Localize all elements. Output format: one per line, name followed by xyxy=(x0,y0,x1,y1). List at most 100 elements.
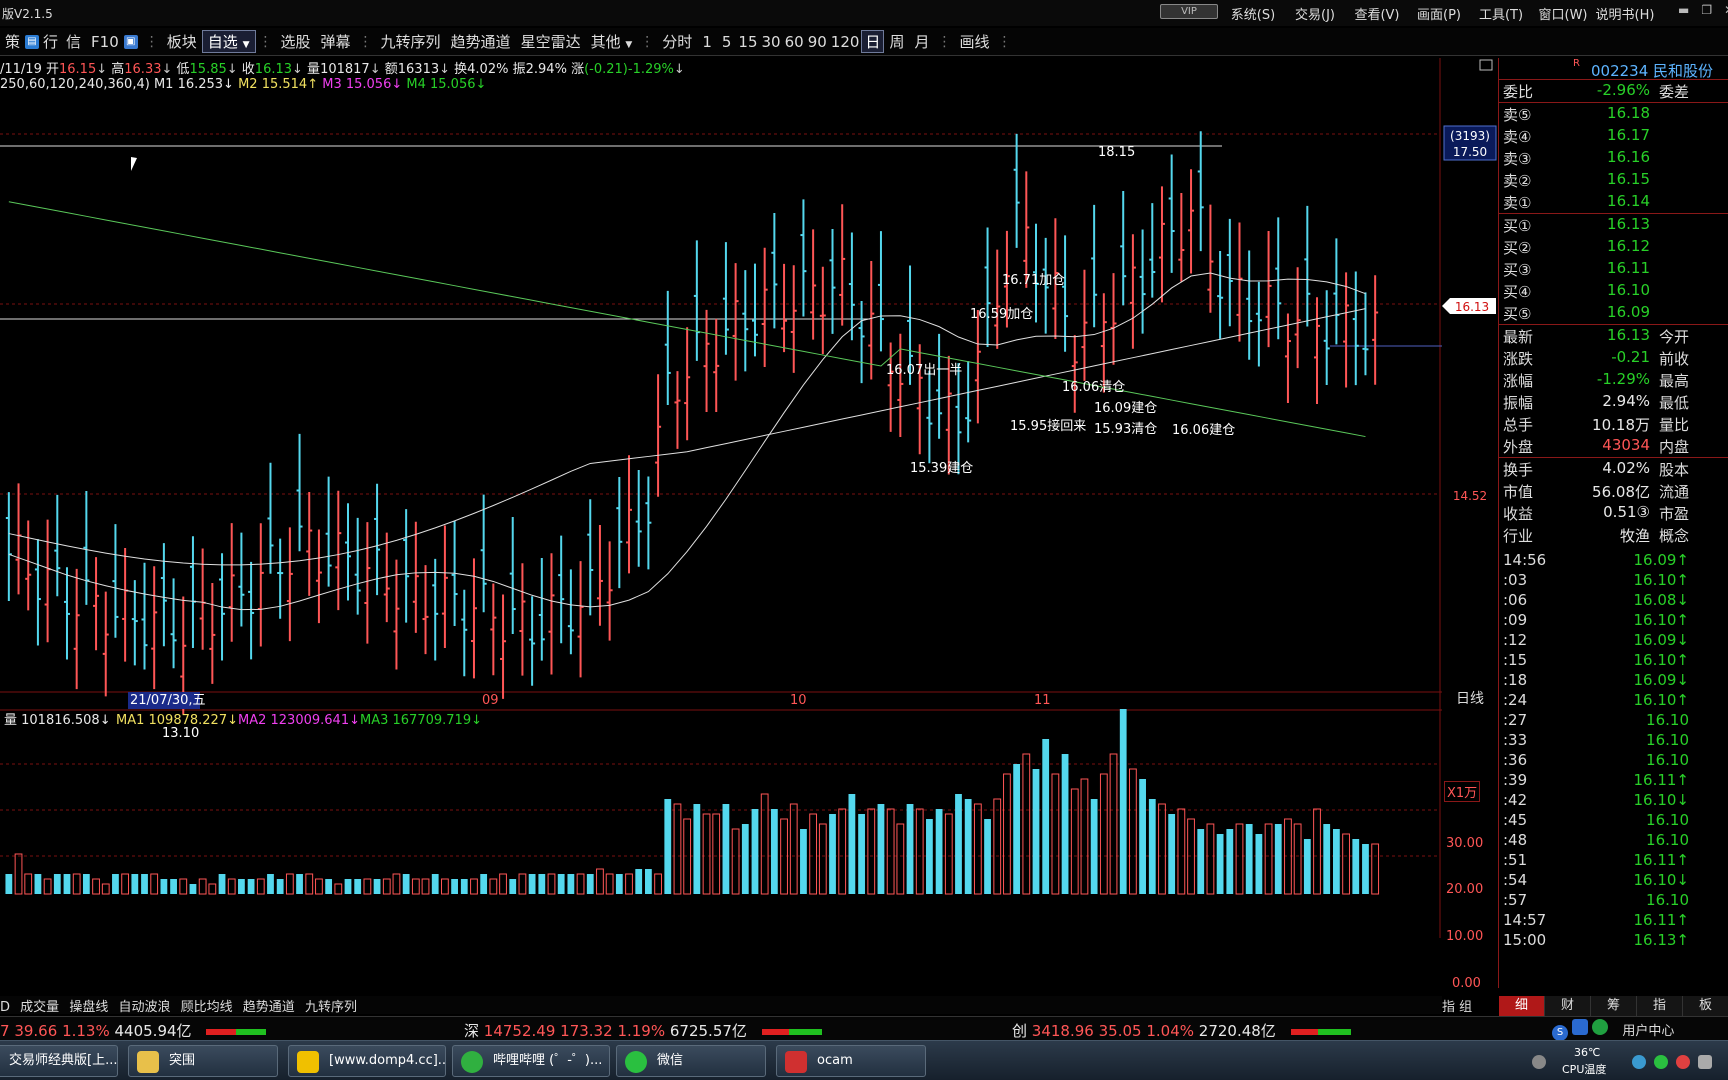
tick-row: :27 16.10 xyxy=(1499,710,1728,730)
tool-draw-line[interactable]: 画线 xyxy=(954,31,994,52)
stock-header: R 002234 民和股份 xyxy=(1499,58,1728,80)
quote-row[interactable]: 买① 16.13 xyxy=(1499,214,1728,236)
tool-nine-turn[interactable]: 九转序列 xyxy=(376,31,446,52)
task-player[interactable]: [www.domp4.cc]... xyxy=(288,1045,446,1077)
period-15[interactable]: 15 xyxy=(736,33,759,51)
period-intraday[interactable]: 分时 xyxy=(657,31,697,52)
quote-label-secondary: 内盘 xyxy=(1659,438,1690,456)
task-ocam[interactable]: ocam xyxy=(776,1045,926,1077)
tray-icon[interactable] xyxy=(1532,1055,1546,1069)
tab-finance[interactable]: 财 xyxy=(1545,996,1591,1016)
tick-time: :12 xyxy=(1503,631,1528,649)
tick-price: 16.08↓ xyxy=(1633,591,1689,609)
task-trading-app[interactable]: 交易师经典版[上... xyxy=(0,1045,118,1077)
menu-tools[interactable]: 工具(T) xyxy=(1470,4,1532,23)
tool-watchlist[interactable]: 自选 ▼ xyxy=(201,30,256,53)
tool-trend-channel[interactable]: 趋势通道 xyxy=(446,31,516,52)
volume-bar xyxy=(693,804,701,894)
index-group-button[interactable]: 指 组 xyxy=(1442,996,1472,1015)
period-month[interactable]: 月 xyxy=(909,31,934,52)
menu-help[interactable]: 说明书(H) xyxy=(1594,4,1656,23)
quote-row[interactable]: 卖⑤ 16.18 xyxy=(1499,103,1728,125)
tool-f10[interactable]: F10 xyxy=(86,33,124,51)
quote-row[interactable]: 卖② 16.15 xyxy=(1499,169,1728,191)
quote-row[interactable]: 涨幅 -1.29% 最高 xyxy=(1499,369,1728,391)
tool-strategy[interactable]: 策 xyxy=(0,31,25,52)
volume-bar xyxy=(654,873,662,895)
period-120[interactable]: 120 xyxy=(829,33,862,51)
wechat-tray-icon[interactable] xyxy=(1654,1055,1668,1069)
user-center[interactable]: S 用户中心 xyxy=(1552,1019,1674,1041)
quote-row[interactable]: 买⑤ 16.09 xyxy=(1499,302,1728,324)
period-day[interactable]: 日 xyxy=(861,30,885,53)
tick-row: :12 16.09↓ xyxy=(1499,630,1728,650)
restore-icon[interactable]: ❐ xyxy=(1701,3,1712,17)
quote-row[interactable]: 振幅 2.94% 最低 xyxy=(1499,391,1728,413)
ind-tab-volume[interactable]: 成交量 xyxy=(20,1000,59,1015)
tab-index[interactable]: 指 xyxy=(1637,996,1683,1016)
task-wechat[interactable]: 微信 xyxy=(616,1045,766,1077)
tick-time: :51 xyxy=(1503,851,1528,869)
period-week[interactable]: 周 xyxy=(884,31,909,52)
sz-index[interactable]: 深 14752.49 173.32 1.19% 6725.57亿 xyxy=(464,1020,822,1041)
tool-danmaku[interactable]: 弹幕 xyxy=(316,31,356,52)
ind-tab-trading-line[interactable]: 操盘线 xyxy=(69,1000,108,1015)
ind-tab-gubi-ma[interactable]: 顾比均线 xyxy=(181,1000,233,1015)
sh-index[interactable]: 7 39.66 1.13% 4405.94亿 xyxy=(0,1020,267,1041)
quote-row[interactable]: 卖① 16.14 xyxy=(1499,191,1728,213)
cy-index[interactable]: 创 3418.96 35.05 1.04% 2720.48亿 xyxy=(1012,1020,1351,1041)
menu-trade[interactable]: 交易(J) xyxy=(1284,4,1346,23)
tab-sector[interactable]: 板 xyxy=(1683,996,1728,1016)
quote-row[interactable]: 市值 56.08亿 流通 xyxy=(1499,480,1728,502)
quote-row[interactable]: 收益 0.51③ 市盈 xyxy=(1499,502,1728,524)
minimize-icon[interactable]: ▬ xyxy=(1678,3,1689,17)
quote-row[interactable]: 总手 10.18万 量比 xyxy=(1499,413,1728,435)
period-60[interactable]: 60 xyxy=(783,33,806,51)
menu-screen[interactable]: 画面(P) xyxy=(1408,4,1470,23)
quote-row[interactable]: 买② 16.12 xyxy=(1499,236,1728,258)
period-5[interactable]: 5 xyxy=(717,33,737,51)
tick-time: :06 xyxy=(1503,591,1528,609)
period-30[interactable]: 30 xyxy=(760,33,783,51)
volume-tray-icon[interactable] xyxy=(1698,1055,1712,1069)
tool-sector[interactable]: 板块 xyxy=(162,31,202,52)
task-folder[interactable]: 突围 xyxy=(128,1045,278,1077)
quote-row[interactable]: 换手 4.02% 股本 xyxy=(1499,458,1728,480)
tool-other[interactable]: 其他 ▼ xyxy=(586,31,638,52)
vip-badge[interactable]: VIP xyxy=(1160,4,1218,19)
network-icon[interactable] xyxy=(1632,1055,1646,1069)
expand-icon[interactable] xyxy=(1479,59,1493,71)
ind-tab-auto-wave[interactable]: 自动波浪 xyxy=(118,1000,170,1015)
ind-tab-d[interactable]: D xyxy=(0,1000,10,1015)
tool-star-radar[interactable]: 星空雷达 xyxy=(516,31,586,52)
quote-row[interactable]: 外盘 43034 内盘 xyxy=(1499,435,1728,457)
task-bilibili[interactable]: 哔哩哔哩 (゜-゜)... xyxy=(452,1045,610,1077)
qq-tray-icon[interactable] xyxy=(1676,1055,1690,1069)
stock-code-name[interactable]: 002234 民和股份 xyxy=(1591,60,1713,81)
quote-row[interactable]: 最新 16.13 今开 xyxy=(1499,325,1728,347)
quote-row[interactable]: 买③ 16.11 xyxy=(1499,258,1728,280)
quote-row[interactable]: 卖④ 16.17 xyxy=(1499,125,1728,147)
quote-row[interactable]: 卖③ 16.16 xyxy=(1499,147,1728,169)
menu-window[interactable]: 窗口(W) xyxy=(1532,4,1594,23)
ind-tab-nine-turn[interactable]: 九转序列 xyxy=(305,1000,357,1015)
period-90[interactable]: 90 xyxy=(806,33,829,51)
tool-hangqing[interactable]: ▤ 行 xyxy=(25,31,61,52)
quote-value: -2.96% xyxy=(1596,81,1650,99)
tab-detail[interactable]: 细 xyxy=(1499,996,1545,1016)
menu-view[interactable]: 查看(V) xyxy=(1346,4,1408,23)
quote-row[interactable]: 买④ 16.10 xyxy=(1499,280,1728,302)
period-1[interactable]: 1 xyxy=(697,33,717,51)
layout-icon[interactable]: ▣ xyxy=(123,34,138,49)
tool-info[interactable]: 信 xyxy=(61,31,86,52)
volume-bar xyxy=(896,823,905,895)
quote-row[interactable]: 行业 牧渔 概念 xyxy=(1499,524,1728,546)
tool-stock-picker[interactable]: 选股 xyxy=(276,31,316,52)
ind-tab-trend-channel[interactable]: 趋势通道 xyxy=(243,1000,295,1015)
quote-row[interactable]: 涨跌 -0.21 前收 xyxy=(1499,347,1728,369)
close-icon[interactable]: ✕ xyxy=(1724,3,1728,17)
kline-chart[interactable]: /11/19 开16.15↓ 高16.33↓ 低15.85↓ 收16.13↓ 量… xyxy=(0,58,1442,938)
quote-row[interactable]: 委比 -2.96% 委差 xyxy=(1499,80,1728,102)
tab-chips[interactable]: 筹 xyxy=(1591,996,1637,1016)
menu-system[interactable]: 系统(S) xyxy=(1222,4,1284,23)
